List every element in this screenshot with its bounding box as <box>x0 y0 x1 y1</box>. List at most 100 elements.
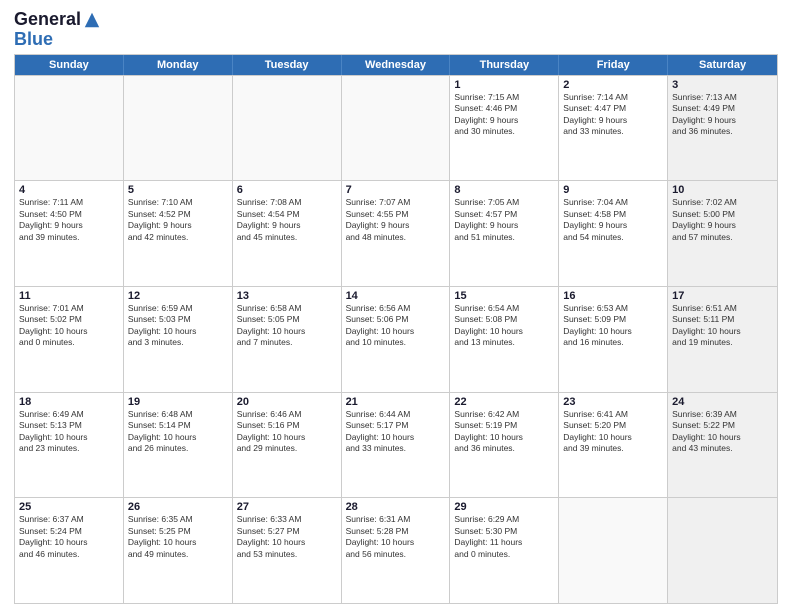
day-number: 19 <box>128 396 228 408</box>
logo-icon <box>83 11 101 29</box>
cal-cell <box>124 76 233 181</box>
cell-info: Sunrise: 7:02 AM Sunset: 5:00 PM Dayligh… <box>672 197 773 243</box>
cell-info: Sunrise: 7:08 AM Sunset: 4:54 PM Dayligh… <box>237 197 337 243</box>
day-number: 22 <box>454 396 554 408</box>
day-number: 23 <box>563 396 663 408</box>
cal-cell: 16Sunrise: 6:53 AM Sunset: 5:09 PM Dayli… <box>559 287 668 392</box>
day-number: 1 <box>454 79 554 91</box>
page: General Blue SundayMondayTuesdayWednesda… <box>0 0 792 612</box>
cal-cell <box>233 76 342 181</box>
cal-cell: 15Sunrise: 6:54 AM Sunset: 5:08 PM Dayli… <box>450 287 559 392</box>
header: General Blue <box>14 10 778 50</box>
cell-info: Sunrise: 6:54 AM Sunset: 5:08 PM Dayligh… <box>454 303 554 349</box>
day-number: 25 <box>19 501 119 513</box>
day-number: 9 <box>563 184 663 196</box>
cal-cell: 2Sunrise: 7:14 AM Sunset: 4:47 PM Daylig… <box>559 76 668 181</box>
cal-cell: 27Sunrise: 6:33 AM Sunset: 5:27 PM Dayli… <box>233 498 342 603</box>
cal-cell: 3Sunrise: 7:13 AM Sunset: 4:49 PM Daylig… <box>668 76 777 181</box>
cal-cell: 1Sunrise: 7:15 AM Sunset: 4:46 PM Daylig… <box>450 76 559 181</box>
cal-cell: 21Sunrise: 6:44 AM Sunset: 5:17 PM Dayli… <box>342 393 451 498</box>
header-day-monday: Monday <box>124 55 233 75</box>
header-day-thursday: Thursday <box>450 55 559 75</box>
day-number: 27 <box>237 501 337 513</box>
calendar-row-1: 4Sunrise: 7:11 AM Sunset: 4:50 PM Daylig… <box>15 180 777 286</box>
cal-cell <box>342 76 451 181</box>
header-day-sunday: Sunday <box>15 55 124 75</box>
cell-info: Sunrise: 6:37 AM Sunset: 5:24 PM Dayligh… <box>19 514 119 560</box>
cal-cell: 12Sunrise: 6:59 AM Sunset: 5:03 PM Dayli… <box>124 287 233 392</box>
day-number: 12 <box>128 290 228 302</box>
day-number: 10 <box>672 184 773 196</box>
cal-cell: 8Sunrise: 7:05 AM Sunset: 4:57 PM Daylig… <box>450 181 559 286</box>
cal-cell: 19Sunrise: 6:48 AM Sunset: 5:14 PM Dayli… <box>124 393 233 498</box>
cal-cell: 4Sunrise: 7:11 AM Sunset: 4:50 PM Daylig… <box>15 181 124 286</box>
cell-info: Sunrise: 7:14 AM Sunset: 4:47 PM Dayligh… <box>563 92 663 138</box>
cal-cell: 29Sunrise: 6:29 AM Sunset: 5:30 PM Dayli… <box>450 498 559 603</box>
cell-info: Sunrise: 7:11 AM Sunset: 4:50 PM Dayligh… <box>19 197 119 243</box>
day-number: 20 <box>237 396 337 408</box>
cell-info: Sunrise: 7:05 AM Sunset: 4:57 PM Dayligh… <box>454 197 554 243</box>
calendar: SundayMondayTuesdayWednesdayThursdayFrid… <box>14 54 778 604</box>
cal-cell: 6Sunrise: 7:08 AM Sunset: 4:54 PM Daylig… <box>233 181 342 286</box>
cell-info: Sunrise: 6:31 AM Sunset: 5:28 PM Dayligh… <box>346 514 446 560</box>
cal-cell: 20Sunrise: 6:46 AM Sunset: 5:16 PM Dayli… <box>233 393 342 498</box>
cell-info: Sunrise: 6:48 AM Sunset: 5:14 PM Dayligh… <box>128 409 228 455</box>
logo-area: General Blue <box>14 10 101 50</box>
calendar-row-3: 18Sunrise: 6:49 AM Sunset: 5:13 PM Dayli… <box>15 392 777 498</box>
day-number: 28 <box>346 501 446 513</box>
logo-line2: Blue <box>14 30 53 50</box>
day-number: 26 <box>128 501 228 513</box>
calendar-body: 1Sunrise: 7:15 AM Sunset: 4:46 PM Daylig… <box>15 75 777 603</box>
cell-info: Sunrise: 6:39 AM Sunset: 5:22 PM Dayligh… <box>672 409 773 455</box>
cell-info: Sunrise: 6:49 AM Sunset: 5:13 PM Dayligh… <box>19 409 119 455</box>
cell-info: Sunrise: 7:01 AM Sunset: 5:02 PM Dayligh… <box>19 303 119 349</box>
header-day-friday: Friday <box>559 55 668 75</box>
logo-line1: General <box>14 10 81 30</box>
cal-cell: 18Sunrise: 6:49 AM Sunset: 5:13 PM Dayli… <box>15 393 124 498</box>
cal-cell <box>559 498 668 603</box>
cal-cell: 13Sunrise: 6:58 AM Sunset: 5:05 PM Dayli… <box>233 287 342 392</box>
cal-cell: 5Sunrise: 7:10 AM Sunset: 4:52 PM Daylig… <box>124 181 233 286</box>
cell-info: Sunrise: 6:29 AM Sunset: 5:30 PM Dayligh… <box>454 514 554 560</box>
cal-cell: 7Sunrise: 7:07 AM Sunset: 4:55 PM Daylig… <box>342 181 451 286</box>
cell-info: Sunrise: 7:15 AM Sunset: 4:46 PM Dayligh… <box>454 92 554 138</box>
cal-cell: 24Sunrise: 6:39 AM Sunset: 5:22 PM Dayli… <box>668 393 777 498</box>
day-number: 11 <box>19 290 119 302</box>
day-number: 17 <box>672 290 773 302</box>
day-number: 14 <box>346 290 446 302</box>
cal-cell <box>668 498 777 603</box>
calendar-row-4: 25Sunrise: 6:37 AM Sunset: 5:24 PM Dayli… <box>15 497 777 603</box>
day-number: 2 <box>563 79 663 91</box>
cal-cell: 22Sunrise: 6:42 AM Sunset: 5:19 PM Dayli… <box>450 393 559 498</box>
day-number: 18 <box>19 396 119 408</box>
day-number: 8 <box>454 184 554 196</box>
cell-info: Sunrise: 6:41 AM Sunset: 5:20 PM Dayligh… <box>563 409 663 455</box>
cell-info: Sunrise: 6:59 AM Sunset: 5:03 PM Dayligh… <box>128 303 228 349</box>
day-number: 7 <box>346 184 446 196</box>
day-number: 21 <box>346 396 446 408</box>
day-number: 3 <box>672 79 773 91</box>
calendar-header: SundayMondayTuesdayWednesdayThursdayFrid… <box>15 55 777 75</box>
cal-cell: 17Sunrise: 6:51 AM Sunset: 5:11 PM Dayli… <box>668 287 777 392</box>
cell-info: Sunrise: 7:13 AM Sunset: 4:49 PM Dayligh… <box>672 92 773 138</box>
cal-cell: 10Sunrise: 7:02 AM Sunset: 5:00 PM Dayli… <box>668 181 777 286</box>
cal-cell: 9Sunrise: 7:04 AM Sunset: 4:58 PM Daylig… <box>559 181 668 286</box>
cal-cell <box>15 76 124 181</box>
cell-info: Sunrise: 6:58 AM Sunset: 5:05 PM Dayligh… <box>237 303 337 349</box>
calendar-row-2: 11Sunrise: 7:01 AM Sunset: 5:02 PM Dayli… <box>15 286 777 392</box>
day-number: 5 <box>128 184 228 196</box>
cal-cell: 23Sunrise: 6:41 AM Sunset: 5:20 PM Dayli… <box>559 393 668 498</box>
day-number: 4 <box>19 184 119 196</box>
cell-info: Sunrise: 7:04 AM Sunset: 4:58 PM Dayligh… <box>563 197 663 243</box>
cell-info: Sunrise: 7:07 AM Sunset: 4:55 PM Dayligh… <box>346 197 446 243</box>
cell-info: Sunrise: 6:33 AM Sunset: 5:27 PM Dayligh… <box>237 514 337 560</box>
day-number: 24 <box>672 396 773 408</box>
day-number: 13 <box>237 290 337 302</box>
cell-info: Sunrise: 7:10 AM Sunset: 4:52 PM Dayligh… <box>128 197 228 243</box>
day-number: 6 <box>237 184 337 196</box>
cell-info: Sunrise: 6:56 AM Sunset: 5:06 PM Dayligh… <box>346 303 446 349</box>
cell-info: Sunrise: 6:46 AM Sunset: 5:16 PM Dayligh… <box>237 409 337 455</box>
header-day-tuesday: Tuesday <box>233 55 342 75</box>
cal-cell: 25Sunrise: 6:37 AM Sunset: 5:24 PM Dayli… <box>15 498 124 603</box>
calendar-row-0: 1Sunrise: 7:15 AM Sunset: 4:46 PM Daylig… <box>15 75 777 181</box>
